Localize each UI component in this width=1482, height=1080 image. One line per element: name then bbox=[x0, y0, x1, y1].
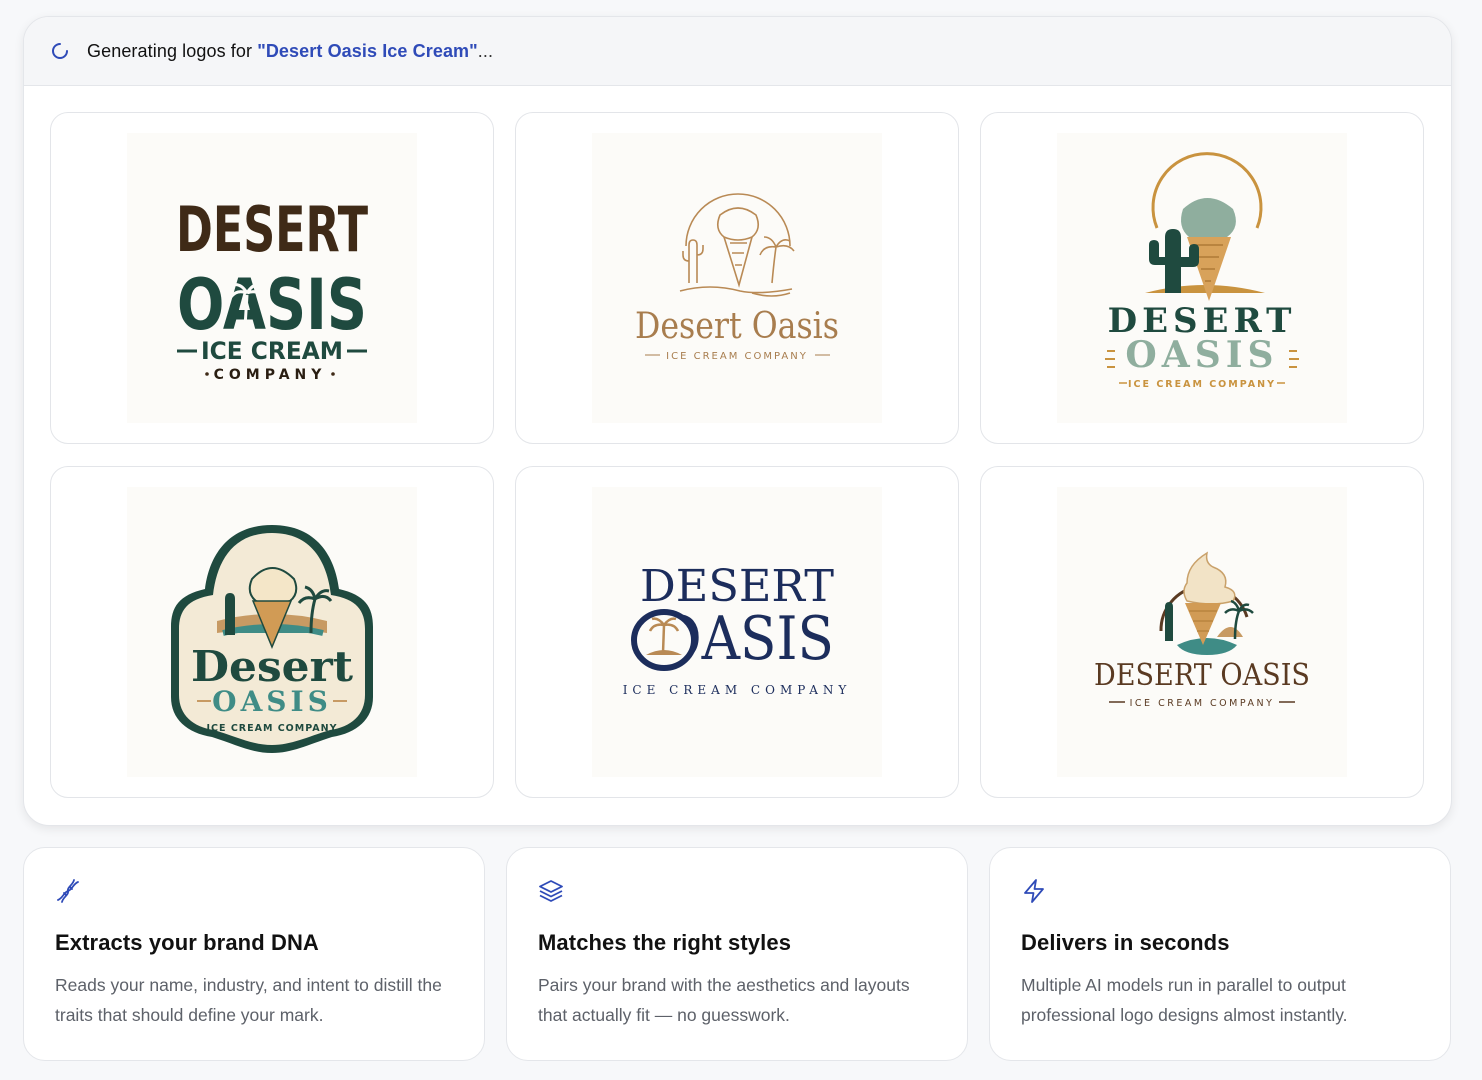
logo-image-6: DESERT OASIS ICE CREAM COMPANY bbox=[1057, 487, 1347, 777]
ice-cream-cactus-icon bbox=[1145, 152, 1265, 301]
logo-image-3: DESERT OASIS ICE CREAM COMPANY bbox=[1057, 133, 1347, 423]
logo-1-line4: COMPANY bbox=[214, 367, 327, 383]
dna-icon bbox=[57, 879, 79, 903]
feature-card-brand-dna: Extracts your brand DNA Reads your name,… bbox=[23, 847, 485, 1061]
logo-grid: DESERT OASIS ICE CREAM COMPANY Desert Oa… bbox=[50, 112, 1424, 798]
logo-card-1[interactable]: DESERT OASIS ICE CREAM COMPANY bbox=[50, 112, 494, 444]
logo-5-graphic: DESERT OASIS ICE CREAM COMPANY bbox=[623, 561, 852, 697]
feature-title: Matches the right styles bbox=[538, 930, 792, 955]
logo-3-line3: ICE CREAM COMPANY bbox=[1128, 379, 1276, 390]
layers-icon bbox=[539, 880, 563, 902]
logo-image-2: Desert Oasis ICE CREAM COMPANY bbox=[592, 133, 882, 423]
logo-2-line1: Desert Oasis bbox=[635, 306, 839, 347]
logo-image-5: DESERT OASIS ICE CREAM COMPANY bbox=[592, 487, 882, 777]
logo-4-line2: OASIS bbox=[212, 685, 332, 718]
logo-2-line2: ICE CREAM COMPANY bbox=[666, 351, 808, 362]
logo-generation-panel: Generating logos for "Desert Oasis Ice C… bbox=[23, 16, 1452, 826]
logo-6-graphic: DESERT OASIS ICE CREAM COMPANY bbox=[1094, 551, 1310, 709]
logo-4-graphic: Desert OASIS ICE CREAM COMPANY bbox=[171, 525, 373, 753]
badge-emblem-icon bbox=[171, 525, 373, 753]
oasis-o-palm-icon bbox=[631, 609, 697, 671]
feature-description: Pairs your brand with the aesthetics and… bbox=[538, 975, 910, 1025]
feature-cards: Extracts your brand DNA Reads your name,… bbox=[23, 847, 1451, 1061]
logo-4-line1: Desert bbox=[191, 642, 354, 691]
feature-title: Extracts your brand DNA bbox=[55, 930, 319, 955]
feature-description: Reads your name, industry, and intent to… bbox=[55, 975, 442, 1025]
logo-4-line3: ICE CREAM COMPANY bbox=[207, 723, 338, 734]
feature-title: Delivers in seconds bbox=[1021, 930, 1230, 955]
brand-name: "Desert Oasis Ice Cream" bbox=[257, 40, 478, 61]
feature-description: Multiple AI models run in parallel to ou… bbox=[1021, 975, 1348, 1025]
ice-cream-scene-icon bbox=[679, 193, 795, 297]
feature-card-speed: Delivers in seconds Multiple AI models r… bbox=[989, 847, 1451, 1061]
logo-5-line3: ICE CREAM COMPANY bbox=[623, 683, 852, 697]
logo-1-line3: ICE CREAM bbox=[201, 337, 343, 365]
logo-3-line2: OASIS bbox=[1125, 334, 1278, 376]
logo-1-line2: OASIS bbox=[177, 264, 367, 346]
logo-6-line2: ICE CREAM COMPANY bbox=[1130, 698, 1275, 709]
soft-serve-cone-icon bbox=[1159, 551, 1254, 655]
lightning-icon bbox=[1024, 879, 1044, 903]
logo-card-5[interactable]: DESERT OASIS ICE CREAM COMPANY bbox=[515, 466, 959, 798]
logo-image-4: Desert OASIS ICE CREAM COMPANY bbox=[127, 487, 417, 777]
generation-status-text: Generating logos for "Desert Oasis Ice C… bbox=[87, 40, 494, 61]
logo-2-graphic: Desert Oasis ICE CREAM COMPANY bbox=[635, 193, 839, 362]
logo-1-line1: DESERT bbox=[176, 193, 368, 266]
panel-header: Generating logos for "Desert Oasis Ice C… bbox=[24, 17, 1451, 86]
logo-image-1: DESERT OASIS ICE CREAM COMPANY bbox=[127, 133, 417, 423]
feature-card-styles: Matches the right styles Pairs your bran… bbox=[506, 847, 968, 1061]
logo-card-3[interactable]: DESERT OASIS ICE CREAM COMPANY bbox=[980, 112, 1424, 444]
logo-1-graphic: DESERT OASIS ICE CREAM COMPANY bbox=[176, 193, 368, 383]
logo-card-4[interactable]: Desert OASIS ICE CREAM COMPANY bbox=[50, 466, 494, 798]
logo-3-graphic: DESERT OASIS ICE CREAM COMPANY bbox=[1105, 152, 1299, 390]
logo-card-2[interactable]: Desert Oasis ICE CREAM COMPANY bbox=[515, 112, 959, 444]
logo-card-6[interactable]: DESERT OASIS ICE CREAM COMPANY bbox=[980, 466, 1424, 798]
logo-6-line1: DESERT OASIS bbox=[1094, 658, 1310, 693]
loading-spinner-icon bbox=[51, 42, 69, 60]
